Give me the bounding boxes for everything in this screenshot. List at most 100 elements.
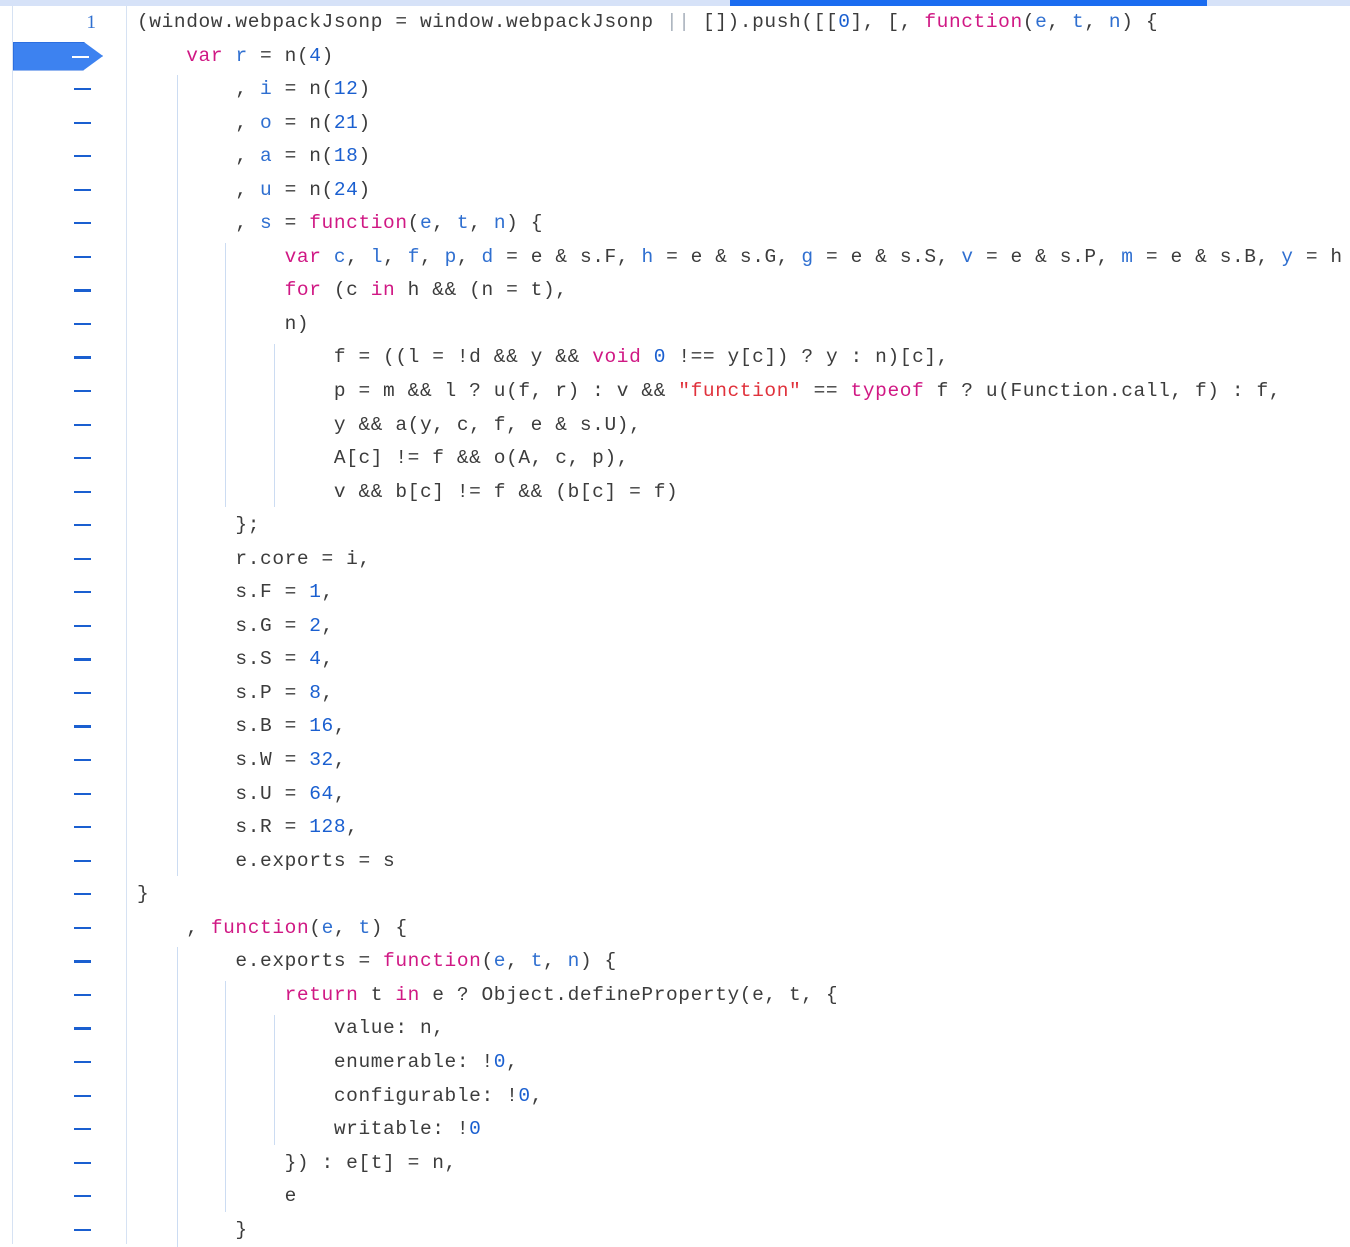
code-line-text[interactable]: r.core = i, — [137, 543, 371, 577]
line-gutter[interactable] — [0, 811, 126, 845]
code-line[interactable]: } — [0, 1214, 1350, 1247]
code-line[interactable]: r.core = i, — [0, 543, 1350, 577]
line-gutter[interactable] — [0, 1214, 126, 1247]
code-line-text[interactable]: var c, l, f, p, d = e & s.F, h = e & s.G… — [137, 241, 1350, 275]
code-line-text[interactable]: A[c] != f && o(A, c, p), — [137, 442, 629, 476]
line-gutter[interactable] — [0, 341, 126, 375]
code-line-text[interactable]: e.exports = function(e, t, n) { — [137, 945, 617, 979]
code-line-text[interactable]: (window.webpackJsonp = window.webpackJso… — [137, 6, 1158, 40]
code-line-text[interactable]: s.W = 32, — [137, 744, 346, 778]
code-line[interactable]: e.exports = s — [0, 845, 1350, 879]
code-line[interactable]: e.exports = function(e, t, n) { — [0, 945, 1350, 979]
code-line-text[interactable]: f = ((l = !d && y && void 0 !== y[c]) ? … — [137, 341, 949, 375]
code-line[interactable]: s.S = 4, — [0, 643, 1350, 677]
code-line-text[interactable]: s.S = 4, — [137, 643, 334, 677]
code-line-text[interactable]: }) : e[t] = n, — [137, 1147, 457, 1181]
line-gutter[interactable] — [0, 543, 126, 577]
code-line[interactable]: , i = n(12) — [0, 73, 1350, 107]
code-line[interactable]: A[c] != f && o(A, c, p), — [0, 442, 1350, 476]
code-line[interactable]: , u = n(24) — [0, 174, 1350, 208]
line-gutter[interactable] — [0, 1046, 126, 1080]
code-line-text[interactable]: v && b[c] != f && (b[c] = f) — [137, 476, 678, 510]
code-line[interactable]: } — [0, 878, 1350, 912]
code-line[interactable]: , o = n(21) — [0, 107, 1350, 141]
code-line[interactable]: s.B = 16, — [0, 710, 1350, 744]
line-gutter[interactable] — [0, 174, 126, 208]
code-line[interactable]: return t in e ? Object.defineProperty(e,… — [0, 979, 1350, 1013]
line-gutter[interactable] — [0, 576, 126, 610]
line-gutter[interactable] — [0, 710, 126, 744]
line-gutter[interactable] — [0, 207, 126, 241]
line-gutter[interactable] — [0, 476, 126, 510]
code-line-text[interactable]: }; — [137, 509, 260, 543]
line-gutter[interactable] — [0, 1147, 126, 1181]
code-line[interactable]: s.U = 64, — [0, 778, 1350, 812]
line-gutter[interactable] — [0, 912, 126, 946]
code-line-text[interactable]: p = m && l ? u(f, r) : v && "function" =… — [137, 375, 1281, 409]
code-line[interactable]: s.W = 32, — [0, 744, 1350, 778]
code-line-text[interactable]: for (c in h && (n = t), — [137, 274, 568, 308]
line-gutter[interactable] — [0, 308, 126, 342]
line-gutter[interactable] — [0, 1113, 126, 1147]
line-gutter[interactable] — [0, 778, 126, 812]
line-gutter[interactable] — [0, 140, 126, 174]
code-line-text[interactable]: , i = n(12) — [137, 73, 371, 107]
code-line-text[interactable]: s.R = 128, — [137, 811, 358, 845]
line-gutter[interactable] — [0, 677, 126, 711]
code-line-text[interactable]: writable: !0 — [137, 1113, 481, 1147]
line-gutter[interactable] — [0, 274, 126, 308]
code-line-text[interactable]: value: n, — [137, 1012, 445, 1046]
line-gutter[interactable] — [0, 610, 126, 644]
code-editor[interactable]: 1 (window.webpackJsonp = window.webpackJs… — [0, 6, 1350, 1247]
line-gutter[interactable] — [0, 979, 126, 1013]
line-gutter[interactable] — [0, 945, 126, 979]
line-gutter[interactable] — [0, 442, 126, 476]
code-line[interactable]: value: n, — [0, 1012, 1350, 1046]
line-gutter[interactable] — [0, 409, 126, 443]
code-line-text[interactable]: , s = function(e, t, n) { — [137, 207, 543, 241]
code-line-text[interactable]: configurable: !0, — [137, 1080, 543, 1114]
code-line[interactable]: enumerable: !0, — [0, 1046, 1350, 1080]
line-gutter[interactable] — [0, 375, 126, 409]
code-line-text[interactable]: e.exports = s — [137, 845, 395, 879]
code-line[interactable]: s.P = 8, — [0, 677, 1350, 711]
code-line-text[interactable]: , function(e, t) { — [137, 912, 408, 946]
line-gutter[interactable] — [0, 1012, 126, 1046]
code-line-text[interactable]: e — [137, 1180, 297, 1214]
line-gutter[interactable] — [0, 73, 126, 107]
code-line[interactable]: s.G = 2, — [0, 610, 1350, 644]
code-line[interactable]: n) — [0, 308, 1350, 342]
line-gutter[interactable] — [0, 40, 126, 74]
code-line[interactable]: 1 (window.webpackJsonp = window.webpackJs… — [0, 6, 1350, 40]
line-gutter[interactable] — [0, 509, 126, 543]
line-gutter[interactable] — [0, 878, 126, 912]
code-line-text[interactable]: , a = n(18) — [137, 140, 371, 174]
code-line-text[interactable]: s.G = 2, — [137, 610, 334, 644]
code-line-text[interactable]: s.P = 8, — [137, 677, 334, 711]
code-line-text[interactable]: enumerable: !0, — [137, 1046, 518, 1080]
code-line-text[interactable]: , o = n(21) — [137, 107, 371, 141]
line-gutter[interactable] — [0, 643, 126, 677]
code-line[interactable]: v && b[c] != f && (b[c] = f) — [0, 476, 1350, 510]
line-gutter[interactable] — [0, 1080, 126, 1114]
line-gutter[interactable] — [0, 241, 126, 275]
code-line[interactable]: f = ((l = !d && y && void 0 !== y[c]) ? … — [0, 341, 1350, 375]
code-line-text[interactable]: n) — [137, 308, 309, 342]
code-line-text[interactable]: } — [137, 878, 149, 912]
code-line-text[interactable]: s.B = 16, — [137, 710, 346, 744]
code-line[interactable]: , function(e, t) { — [0, 912, 1350, 946]
code-line[interactable]: var r = n(4) — [0, 40, 1350, 74]
code-line-text[interactable]: } — [137, 1214, 248, 1247]
code-line[interactable]: writable: !0 — [0, 1113, 1350, 1147]
code-line[interactable]: }; — [0, 509, 1350, 543]
code-line[interactable]: e — [0, 1180, 1350, 1214]
code-line[interactable]: y && a(y, c, f, e & s.U), — [0, 409, 1350, 443]
code-line[interactable]: , a = n(18) — [0, 140, 1350, 174]
code-line[interactable]: configurable: !0, — [0, 1080, 1350, 1114]
line-gutter[interactable] — [0, 744, 126, 778]
code-line[interactable]: , s = function(e, t, n) { — [0, 207, 1350, 241]
code-line[interactable]: s.R = 128, — [0, 811, 1350, 845]
code-line-text[interactable]: s.U = 64, — [137, 778, 346, 812]
code-line[interactable]: s.F = 1, — [0, 576, 1350, 610]
code-line-text[interactable]: return t in e ? Object.defineProperty(e,… — [137, 979, 838, 1013]
